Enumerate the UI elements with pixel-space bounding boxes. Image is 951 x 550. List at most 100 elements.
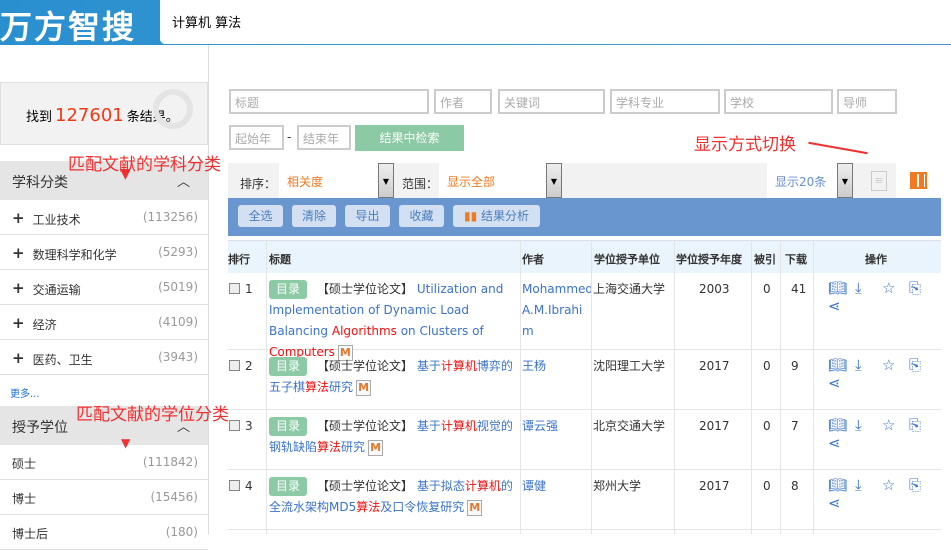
title-segment[interactable]: Algorithms xyxy=(332,324,397,338)
logo[interactable]: 万方智搜 xyxy=(0,2,136,48)
share-icon[interactable]: ⋖ xyxy=(828,374,855,392)
facet-item[interactable]: 博士后 (180) xyxy=(0,515,208,550)
facet-item[interactable]: 博士 (15456) xyxy=(0,480,208,515)
unit: 北京交通大学 xyxy=(593,419,666,433)
arrow-down-icon: ▼ xyxy=(121,436,131,450)
annotation-display: 显示方式切换 xyxy=(694,135,796,155)
mindmap-icon[interactable]: M xyxy=(467,499,483,516)
advisor-input[interactable]: 导师 xyxy=(837,89,897,114)
title-segment[interactable]: 基于拟态 xyxy=(417,479,465,493)
arrow-right-icon xyxy=(808,141,868,155)
analysis-button[interactable]: ▮▮ 结果分析 xyxy=(453,205,540,227)
title-input[interactable]: 标题 xyxy=(229,89,429,114)
caret-down-icon[interactable]: ▼ xyxy=(837,163,853,198)
plus-icon[interactable]: + xyxy=(12,244,25,262)
row-checkbox[interactable] xyxy=(229,420,240,431)
facet-item[interactable]: + 交通运输 (5019) xyxy=(0,270,208,305)
cited: 0 xyxy=(763,419,771,433)
facet-item[interactable]: + 经济 (4109) xyxy=(0,305,208,340)
read-icon[interactable]: 📖︎ xyxy=(828,416,855,434)
author-link[interactable]: 王杨 xyxy=(522,356,594,377)
school-input[interactable]: 学校 xyxy=(724,89,833,114)
download-icon[interactable]: ⤓ xyxy=(855,279,882,297)
mindmap-icon[interactable]: M xyxy=(356,379,372,396)
export-doc-icon[interactable]: ⎘ xyxy=(909,416,936,434)
list-view-icon[interactable]: ≡ xyxy=(871,171,887,191)
row-checkbox[interactable] xyxy=(229,360,240,371)
toc-button[interactable]: 目录 xyxy=(269,417,308,436)
toc-button[interactable]: 目录 xyxy=(269,280,308,299)
download-icon[interactable]: ⤓ xyxy=(855,416,882,434)
mindmap-icon[interactable]: M xyxy=(368,439,384,456)
share-icon[interactable]: ⋖ xyxy=(828,494,855,512)
read-icon[interactable]: 📖︎ xyxy=(828,476,855,494)
star-icon[interactable]: ☆ xyxy=(882,476,909,494)
toolbar: 全选 清除 导出 收藏 ▮▮ 结果分析 xyxy=(228,198,941,236)
title-segment[interactable]: 计算机 xyxy=(441,359,477,373)
toc-button[interactable]: 目录 xyxy=(269,357,308,376)
share-icon[interactable]: ⋖ xyxy=(828,434,855,452)
title-segment[interactable]: 算法 xyxy=(356,500,380,514)
plus-icon[interactable]: + xyxy=(12,209,25,227)
range-select[interactable]: 显示全部 xyxy=(439,163,547,198)
title-segment[interactable]: 基于 xyxy=(417,359,441,373)
title-segment[interactable]: 研究 xyxy=(329,380,353,394)
sort-select[interactable]: 相关度 xyxy=(279,163,379,198)
start-year-input[interactable]: 起始年 xyxy=(229,125,284,150)
search-input[interactable]: 计算机 算法 xyxy=(160,0,951,44)
facet-item[interactable]: 硕士 (111842) xyxy=(0,445,208,480)
title-segment[interactable]: on Clusters of xyxy=(397,324,484,338)
facet-item[interactable]: + 医药、卫生 (3943) xyxy=(0,340,208,375)
read-icon[interactable]: 📖︎ xyxy=(828,356,855,374)
facet-item[interactable]: + 工业技术 (113256) xyxy=(0,200,208,235)
select-all-button[interactable]: 全选 xyxy=(238,205,283,227)
star-icon[interactable]: ☆ xyxy=(882,356,909,374)
title-segment[interactable]: 算法 xyxy=(317,440,341,454)
more-link[interactable]: 更多... xyxy=(10,385,40,400)
toc-button[interactable]: 目录 xyxy=(269,477,308,496)
title-segment[interactable]: 研究 xyxy=(341,440,365,454)
col-rank: 排行 xyxy=(228,253,250,266)
download-icon[interactable]: ⤓ xyxy=(855,356,882,374)
title-segment[interactable]: 计算机 xyxy=(465,479,501,493)
author-link[interactable]: 谭云强 xyxy=(522,416,594,437)
author-link[interactable]: Mohammed A.M.Ibrahim xyxy=(522,279,594,342)
star-icon[interactable]: ☆ xyxy=(882,416,909,434)
page-size-select[interactable]: 显示20条 xyxy=(767,163,837,198)
star-icon[interactable]: ☆ xyxy=(882,279,909,297)
downloads: 9 xyxy=(791,359,799,373)
caret-down-icon[interactable]: ▼ xyxy=(546,163,562,198)
facet-item[interactable]: + 数理科学和化学 (5293) xyxy=(0,235,208,270)
plus-icon[interactable]: + xyxy=(12,279,25,297)
search-in-results-button[interactable]: 结果中检索 xyxy=(355,125,464,151)
export-doc-icon[interactable]: ⎘ xyxy=(909,476,936,494)
major-input[interactable]: 学科专业 xyxy=(610,89,720,114)
grid-view-button[interactable] xyxy=(896,163,941,198)
facet-label: 交通运输 xyxy=(32,283,81,297)
caret-down-icon[interactable]: ▼ xyxy=(378,163,394,198)
title-segment[interactable]: 算法 xyxy=(305,380,329,394)
export-doc-icon[interactable]: ⎘ xyxy=(909,356,936,374)
row-checkbox[interactable] xyxy=(229,480,240,491)
row-checkbox[interactable] xyxy=(229,283,240,294)
read-icon[interactable]: 📖︎ xyxy=(828,279,855,297)
plus-icon[interactable]: + xyxy=(12,349,25,367)
clear-button[interactable]: 清除 xyxy=(292,205,336,227)
share-icon[interactable]: ⋖ xyxy=(828,297,855,315)
export-doc-icon[interactable]: ⎘ xyxy=(909,279,936,297)
download-icon[interactable]: ⤓ xyxy=(855,476,882,494)
plus-icon[interactable]: + xyxy=(12,314,25,332)
year: 2003 xyxy=(699,282,730,296)
facet-label: 博士后 xyxy=(12,527,49,541)
title-segment[interactable]: 计算机 xyxy=(441,419,477,433)
export-button[interactable]: 导出 xyxy=(345,205,390,227)
favorite-button[interactable]: 收藏 xyxy=(399,205,444,227)
author-input[interactable]: 作者 xyxy=(434,89,492,114)
keyword-input[interactable]: 关键词 xyxy=(498,89,605,114)
author-link[interactable]: 谭健 xyxy=(522,476,594,497)
year: 2017 xyxy=(699,359,730,373)
title-segment[interactable]: 基于 xyxy=(417,419,441,433)
end-year-input[interactable]: 结束年 xyxy=(297,125,351,150)
table-row: 1 目录 【硕士学位论文】 Utilization and Implementat… xyxy=(228,273,941,361)
title-segment[interactable]: 及口令恢复研究 xyxy=(380,500,464,514)
